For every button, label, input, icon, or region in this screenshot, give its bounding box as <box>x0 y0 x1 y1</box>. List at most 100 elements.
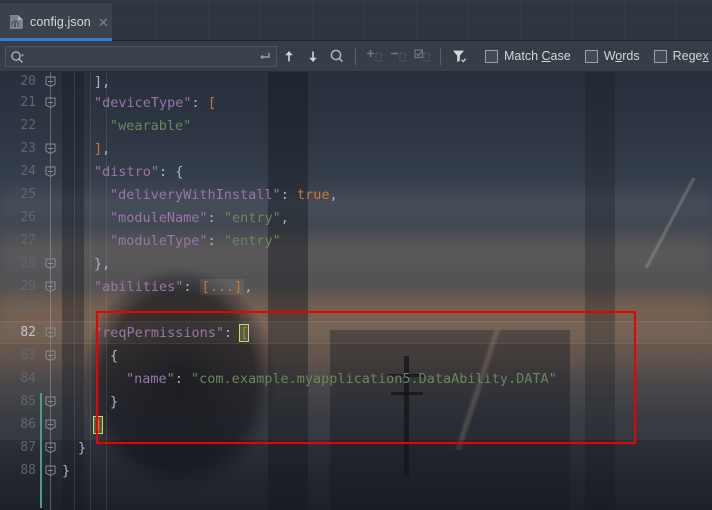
code-text[interactable]: "reqPermissions": [ <box>62 321 712 344</box>
select-all-occurrences-button[interactable] <box>325 44 349 68</box>
words-checkbox-box[interactable] <box>584 49 598 63</box>
fold-collapse-icon[interactable] <box>45 464 56 476</box>
fold-gutter[interactable] <box>40 160 62 183</box>
fold-expand-icon[interactable] <box>45 280 56 292</box>
code-line[interactable]: 87} <box>0 436 712 459</box>
search-icon[interactable] <box>10 50 25 65</box>
fold-gutter[interactable] <box>40 275 62 298</box>
code-text[interactable] <box>62 298 712 321</box>
code-editor[interactable]: 20], 21 "deviceType": [22 "wearable" 23], 24 "… <box>0 72 712 510</box>
line-number: 88 <box>20 463 36 478</box>
code-text[interactable]: "abilities": [...], <box>62 275 712 298</box>
code-line[interactable]: 84 "name": "com.example.myapplication5.Da… <box>0 367 712 390</box>
code-line[interactable]: 23], <box>0 137 712 160</box>
code-text[interactable]: "deviceType": [ <box>62 91 712 114</box>
line-number: 25 <box>20 187 36 202</box>
code-token: { <box>110 347 119 364</box>
code-line[interactable]: 29 "abilities": [...], <box>0 275 712 298</box>
code-line[interactable]: 26 "moduleName": "entry", <box>0 206 712 229</box>
code-text[interactable]: "name": "com.example.myapplication5.Data… <box>62 367 712 390</box>
search-input[interactable] <box>6 46 276 66</box>
line-number: 87 <box>20 440 36 455</box>
line-number: 81 <box>20 302 36 317</box>
code-text[interactable]: "distro": { <box>62 160 712 183</box>
code-line[interactable]: 85} <box>0 390 712 413</box>
vcs-change-marker <box>40 393 42 508</box>
remove-selection-button[interactable] <box>386 44 410 68</box>
code-line[interactable]: 81 <box>0 298 712 321</box>
code-line[interactable]: 25 "deliveryWithInstall": true, <box>0 183 712 206</box>
regex-checkbox-box[interactable] <box>653 49 667 63</box>
add-selection-button[interactable] <box>362 44 386 68</box>
fold-gutter[interactable] <box>40 298 62 321</box>
fold-gutter[interactable] <box>40 183 62 206</box>
code-text[interactable]: "deliveryWithInstall": true, <box>62 183 712 206</box>
fold-collapse-icon[interactable] <box>45 349 56 361</box>
code-line[interactable]: 21 "deviceType": [ <box>0 91 712 114</box>
code-line[interactable]: 24 "distro": { <box>0 160 712 183</box>
code-text[interactable]: "moduleName": "entry", <box>62 206 712 229</box>
fold-gutter[interactable] <box>40 229 62 252</box>
code-text[interactable]: "moduleType": "entry" <box>62 229 712 252</box>
code-line[interactable]: 83 { <box>0 344 712 367</box>
line-number: 24 <box>20 164 36 179</box>
code-text[interactable]: } <box>62 459 712 482</box>
code-text[interactable]: ] <box>62 413 712 436</box>
close-icon[interactable]: ✕ <box>98 16 109 29</box>
fold-collapse-icon[interactable] <box>45 165 56 177</box>
find-next-button[interactable] <box>301 44 325 68</box>
code-text[interactable]: "wearable" <box>62 114 712 137</box>
fold-gutter[interactable] <box>40 252 62 275</box>
search-field[interactable] <box>5 45 277 67</box>
toolbar-separator-1 <box>355 47 356 65</box>
fold-gutter[interactable] <box>40 91 62 114</box>
fold-collapse-icon[interactable] <box>45 441 56 453</box>
fold-collapse-icon[interactable] <box>45 395 56 407</box>
code-line[interactable]: 86] <box>0 413 712 436</box>
code-line[interactable]: 27 "moduleType": "entry" <box>0 229 712 252</box>
check-selection-button[interactable] <box>410 44 434 68</box>
fold-gutter[interactable] <box>40 344 62 367</box>
fold-gutter[interactable] <box>40 137 62 160</box>
toolbar-separator-2 <box>440 47 441 65</box>
fold-collapse-icon[interactable] <box>45 326 56 338</box>
code-token: "reqPermissions" <box>94 324 225 341</box>
regex-checkbox-label: Regex <box>672 49 709 63</box>
code-text[interactable]: { <box>62 344 712 367</box>
fold-gutter[interactable] <box>40 321 62 344</box>
fold-gutter[interactable] <box>40 436 62 459</box>
fold-collapse-icon[interactable] <box>45 75 56 87</box>
fold-collapse-icon[interactable] <box>45 142 56 154</box>
match-case-checkbox-box[interactable] <box>485 49 498 63</box>
code-text[interactable]: ], <box>62 137 712 160</box>
return-arrow-icon[interactable] <box>257 50 271 64</box>
code-line[interactable]: 88} <box>0 459 712 482</box>
code-text[interactable]: } <box>62 436 712 459</box>
tab-config-json[interactable]: {} config.json ✕ <box>0 3 112 41</box>
fold-gutter[interactable] <box>40 413 62 436</box>
fold-gutter[interactable] <box>40 390 62 413</box>
fold-collapse-icon[interactable] <box>45 96 56 108</box>
words-checkbox[interactable]: Words <box>584 49 640 63</box>
code-text[interactable]: } <box>62 390 712 413</box>
code-line[interactable]: 20], <box>0 72 712 91</box>
code-token: } <box>78 439 87 456</box>
filter-funnel-icon[interactable] <box>447 44 471 68</box>
code-line[interactable]: 28}, <box>0 252 712 275</box>
code-line[interactable]: 22 "wearable" <box>0 114 712 137</box>
fold-gutter[interactable] <box>40 72 62 93</box>
code-text[interactable]: }, <box>62 252 712 275</box>
fold-gutter[interactable] <box>40 206 62 229</box>
fold-gutter[interactable] <box>40 459 62 482</box>
code-token: : <box>224 324 241 341</box>
line-number: 23 <box>20 141 36 156</box>
fold-collapse-icon[interactable] <box>45 257 56 269</box>
fold-collapse-icon[interactable] <box>45 418 56 430</box>
find-previous-button[interactable] <box>277 44 301 68</box>
fold-gutter[interactable] <box>40 114 62 137</box>
regex-checkbox[interactable]: Regex <box>653 49 709 63</box>
code-line[interactable]: 82 "reqPermissions": [ <box>0 321 712 344</box>
code-text[interactable]: ], <box>62 72 712 93</box>
fold-gutter[interactable] <box>40 367 62 390</box>
match-case-checkbox[interactable]: Match Case <box>485 49 571 63</box>
